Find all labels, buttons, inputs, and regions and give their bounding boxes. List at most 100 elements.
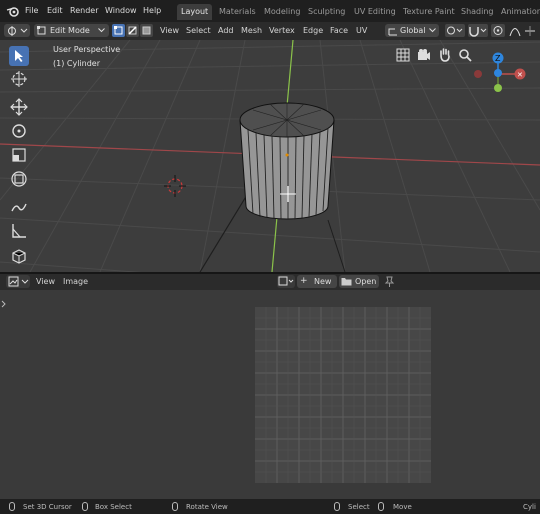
sidebar-expand-icon[interactable] [0,298,8,310]
image-editor-type-dropdown[interactable] [6,275,30,288]
tool-cursor[interactable] [9,69,29,89]
pivot-point-dropdown[interactable] [445,24,465,37]
vertex-select-button[interactable] [112,24,125,37]
3d-cursor[interactable] [164,175,186,197]
tool-move[interactable] [9,97,29,117]
mouse-move-icon [378,502,384,511]
crosshair-circle-icon [11,71,27,87]
navigation-gizmo[interactable]: Z ✕ [470,48,534,102]
tool-scale[interactable] [9,145,29,165]
perspective-label: User Perspective [53,45,121,54]
proportional-edit-button[interactable] [491,24,505,37]
tool-rotate[interactable] [9,121,29,141]
status-object-name: Cyli [523,503,536,511]
tab-sculpting[interactable]: Sculpting [304,4,349,20]
proportional-edit-icon [493,26,503,35]
edge-select-button[interactable] [126,24,139,37]
cylinder-origin [285,153,289,157]
tab-modeling[interactable]: Modeling [260,4,304,20]
menu-window[interactable]: Window [105,6,137,15]
tool-annotate[interactable] [9,197,29,217]
face-select-button[interactable] [140,24,153,37]
gizmo-neg-x-axis[interactable] [474,70,482,78]
menu-render[interactable]: Render [70,6,98,15]
mouse-middle-icon [172,502,178,511]
pencil-annotate-icon [11,203,27,212]
viewport-menu-view[interactable]: View [160,26,179,35]
rotate-icon [12,124,26,138]
gizmo-neg-z-axis[interactable] [494,69,502,77]
snap-dropdown[interactable] [468,24,488,37]
image-editor-area[interactable] [0,290,540,499]
tab-texture-paint[interactable]: Texture Paint [399,4,459,20]
mouse-drag-icon [82,502,88,511]
status-bar: Set 3D Cursor Box Select Rotate View Sel… [0,499,540,514]
scale-icon [12,148,26,162]
tool-select-box[interactable] [9,46,29,66]
3d-viewport[interactable]: User Perspective (1) Cylinder Z ✕ [0,40,540,272]
tab-layout[interactable]: Layout [177,4,213,20]
orientation-icon [388,28,397,36]
edit-mode-icon [37,26,46,35]
tool-add-cube[interactable] [9,246,29,266]
blender-logo-icon[interactable] [6,4,20,18]
viewport-menu-mesh[interactable]: Mesh [241,26,262,35]
viewport-menu-face[interactable]: Face [330,26,348,35]
viewport-menu-select[interactable]: Select [186,26,211,35]
snap-icon [469,27,487,37]
tool-measure[interactable] [9,221,29,241]
active-object-label: (1) Cylinder [53,59,100,68]
camera-icon[interactable] [417,48,431,62]
mode-label: Edit Mode [50,26,90,35]
image-menu-image[interactable]: Image [63,277,88,286]
gizmo-y-axis[interactable] [494,84,502,92]
pin-icon[interactable] [384,276,395,288]
image-editor-icon [8,276,29,287]
tab-animation[interactable]: Animation [497,4,540,20]
transform-orientation-dropdown[interactable]: Global [385,24,439,37]
status-box-select: Box Select [95,503,132,511]
gizmo-x-label: ✕ [517,71,523,79]
viewport-menu-vertex[interactable]: Vertex [269,26,295,35]
menu-help[interactable]: Help [143,6,161,15]
grid-view-icon[interactable] [396,48,410,62]
status-set-3d-cursor: Set 3D Cursor [23,503,72,511]
cylinder-mesh[interactable] [239,102,335,220]
tab-shading[interactable]: Shading [457,4,498,20]
image-menu-view[interactable]: View [36,277,55,286]
mouse-left-icon [9,502,15,511]
viewport-menu-add[interactable]: Add [218,26,234,35]
overlay-icon[interactable] [524,25,536,37]
ruler-icon [12,224,26,238]
status-move: Move [393,503,412,511]
open-image-button[interactable]: Open [339,275,379,288]
editor-type-dropdown[interactable] [4,24,30,37]
uv-grid [255,307,431,483]
mode-dropdown[interactable]: Edit Mode [34,24,109,37]
hand-pan-icon[interactable] [438,47,452,62]
chevron-down-icon [429,28,436,33]
new-image-button[interactable]: + New [297,275,337,288]
falloff-icon[interactable] [509,25,521,37]
status-rotate-view: Rotate View [186,503,228,511]
viewport-menu-uv[interactable]: UV [356,26,367,35]
gizmo-z-label: Z [495,54,501,63]
menu-edit[interactable]: Edit [47,6,63,15]
image-editor-header: View Image + New Open [0,274,540,290]
tab-uv-editing[interactable]: UV Editing [350,4,400,20]
chevron-down-icon [98,28,105,33]
image-browse-dropdown[interactable] [277,275,295,288]
tool-transform[interactable] [9,169,29,189]
transform-icon [11,171,27,187]
viewport-editor-icon [8,26,28,36]
new-image-label: New [314,277,332,286]
menu-file[interactable]: File [25,6,38,15]
status-select: Select [348,503,370,511]
folder-icon [341,278,352,286]
viewport-menu-edge[interactable]: Edge [303,26,323,35]
mouse-right-icon [334,502,340,511]
tab-materials[interactable]: Materials [215,4,260,20]
cursor-arrow-icon [15,50,23,62]
edge-select-icon [128,26,137,35]
move-arrows-icon [10,98,28,116]
